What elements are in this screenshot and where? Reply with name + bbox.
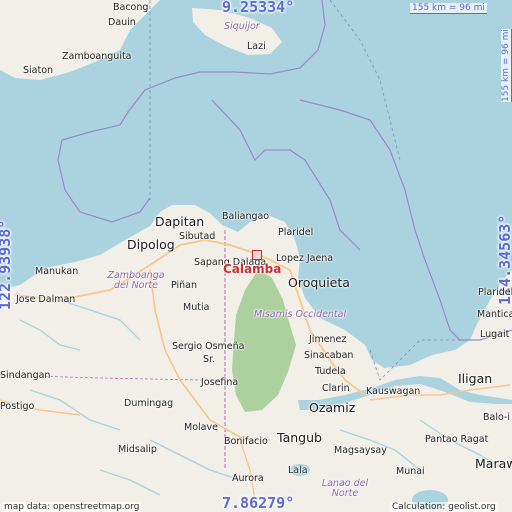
place-label: Piñan xyxy=(171,280,198,291)
place-label: Zamboanguita xyxy=(62,51,132,62)
place-label: Sibutad xyxy=(179,231,216,242)
place-label: Magsaysay xyxy=(334,445,387,456)
place-label: Bacong xyxy=(113,2,149,13)
place-label: Tudela xyxy=(315,366,346,377)
place-label: Sr. xyxy=(203,354,216,365)
place-label: Baliangao xyxy=(222,211,270,222)
place-label: Sindangan xyxy=(0,370,51,381)
place-label: Dapitan xyxy=(155,214,205,229)
place-label: Clarin xyxy=(322,383,350,394)
place-label: Pantao Ragat xyxy=(425,434,489,445)
place-label: Tangub xyxy=(277,430,322,445)
place-label: Munai xyxy=(396,466,425,477)
place-label: Bonifacio xyxy=(224,436,268,447)
place-label: Lala xyxy=(288,465,308,476)
place-label: Plaridel xyxy=(278,227,314,238)
place-label: Ozamiz xyxy=(309,400,356,415)
focus-place-label: Calamba xyxy=(223,262,282,276)
region-label: Zamboanga del Norte xyxy=(107,270,165,292)
horizontal-scale-label: 155 km = 96 mi xyxy=(410,3,487,14)
region-label: Misamis Occidental xyxy=(254,309,347,320)
place-label: Jose Dalman xyxy=(16,294,76,305)
vertical-scale-label: 155 km = 96 mi xyxy=(501,29,512,102)
place-label: Dauin xyxy=(108,17,136,28)
map-attribution[interactable]: map data: openstreetmap.org xyxy=(2,502,142,512)
calculation-attribution[interactable]: Calculation: geolist.org xyxy=(390,502,498,512)
place-label: Marawi xyxy=(475,456,512,471)
bottom-latitude-label: 7.86279° xyxy=(222,494,295,512)
place-label: Lazi xyxy=(247,41,266,52)
place-label: Plaridel xyxy=(478,287,512,298)
place-label: Josefina xyxy=(201,377,239,388)
place-label: Sinacaban xyxy=(304,350,354,361)
region-label: Lanao del Norte xyxy=(321,478,369,500)
top-latitude-label: 9.25334° xyxy=(222,0,295,16)
map-view[interactable]: 9.25334° 7.86279° 122.93938° 124.34563° … xyxy=(0,0,512,512)
place-label: Manticao xyxy=(477,309,512,320)
place-label: Manukan xyxy=(35,266,79,277)
place-label: Aurora xyxy=(232,473,264,484)
place-label: Midsalip xyxy=(118,444,157,455)
place-label: Lopez Jaena xyxy=(276,253,334,264)
place-label: Iligan xyxy=(458,371,493,386)
place-label: Mutia xyxy=(183,302,210,313)
location-marker[interactable] xyxy=(252,250,262,260)
place-label: Oroquieta xyxy=(288,275,350,290)
region-label: Siquijor xyxy=(224,21,260,32)
place-label: Dipolog xyxy=(127,237,175,252)
place-label: Siaton xyxy=(23,65,54,76)
place-label: Kauswagan xyxy=(366,386,421,397)
place-label: Molave xyxy=(184,422,218,433)
place-label: Sergio Osmeña xyxy=(172,341,245,352)
place-label: Lugait xyxy=(480,329,510,340)
place-label: Dumingag xyxy=(124,398,174,409)
place-label: Jimenez xyxy=(309,334,347,345)
place-label: Postigo xyxy=(0,401,35,412)
left-longitude-label: 122.93938° xyxy=(0,219,14,310)
place-label: Balo-i xyxy=(483,412,511,423)
